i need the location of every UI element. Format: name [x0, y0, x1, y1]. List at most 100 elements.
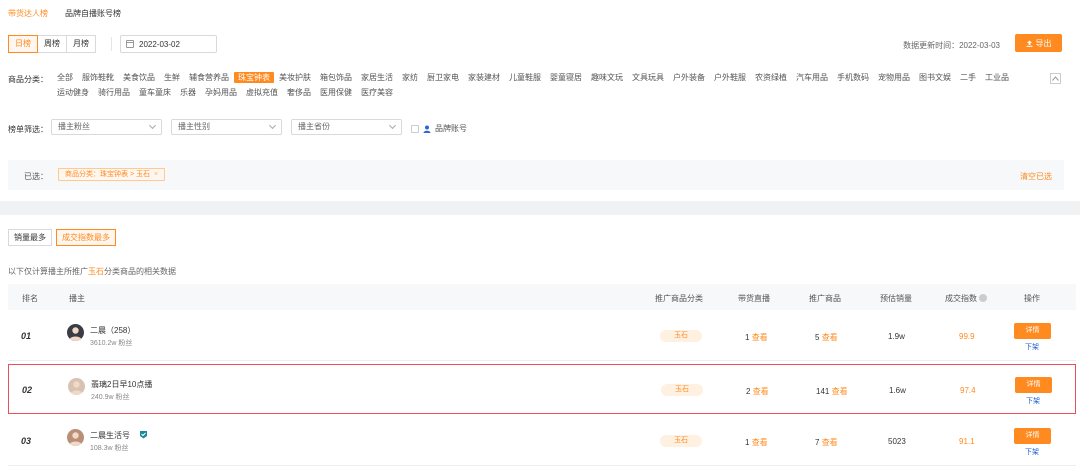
category-item[interactable]: 厨卫家电	[423, 72, 463, 83]
table-header: 排名 播主 推广商品分类 带货直播 推广商品 预估销量 成交指数 操作	[8, 284, 1076, 310]
column-actions: 操作	[1024, 294, 1040, 303]
category-item[interactable]: 孕妈用品	[201, 87, 241, 98]
category-item[interactable]: 虚拟充值	[242, 87, 282, 98]
unlist-link[interactable]: 下架	[1025, 342, 1039, 352]
live-count: 1	[745, 438, 750, 447]
sort-tabs: 销量最多 成交指数最多	[8, 229, 116, 246]
category-item[interactable]: 汽车用品	[792, 72, 832, 83]
category-item[interactable]: 趣味文玩	[587, 72, 627, 83]
category-item[interactable]: 婴童寝居	[546, 72, 586, 83]
category-item[interactable]: 服饰鞋靴	[78, 72, 118, 83]
detail-button[interactable]: 详情	[1014, 428, 1051, 444]
anchor-name[interactable]: 二晨（258）	[90, 325, 135, 336]
period-month-button[interactable]: 月榜	[67, 35, 96, 53]
deal-index: 91.1	[959, 437, 975, 446]
category-item[interactable]: 户外装备	[669, 72, 709, 83]
date-value: 2022-03-02	[139, 39, 180, 49]
category-badge: 玉石	[660, 435, 702, 447]
avatar[interactable]	[68, 378, 85, 395]
live-count-cell: 1 查看	[745, 437, 768, 448]
category-item[interactable]: 手机数码	[833, 72, 873, 83]
brand-account-icon	[423, 125, 431, 133]
sort-by-deal-index-tab[interactable]: 成交指数最多	[56, 229, 116, 246]
category-item[interactable]: 奢侈品	[283, 87, 315, 98]
unlist-link[interactable]: 下架	[1025, 447, 1039, 457]
period-week-button[interactable]: 周榜	[38, 35, 67, 53]
category-item[interactable]: 医疗美容	[357, 87, 397, 98]
avatar[interactable]	[67, 324, 84, 341]
tab-brand-self-broadcast[interactable]: 品牌自播账号榜	[65, 8, 121, 19]
column-sales: 预估销量	[880, 294, 912, 303]
view-products-link[interactable]: 查看	[822, 333, 838, 342]
category-item[interactable]: 儿童鞋服	[505, 72, 545, 83]
export-label: 导出	[1035, 38, 1052, 48]
export-button[interactable]: 导出	[1015, 34, 1062, 52]
category-item[interactable]: 农资绿植	[751, 72, 791, 83]
category-item[interactable]: 童车童床	[135, 87, 175, 98]
live-count-cell: 2 查看	[746, 386, 769, 397]
view-lives-link[interactable]: 查看	[753, 387, 769, 396]
category-item[interactable]: 生鲜	[160, 72, 184, 83]
rank-number: 02	[22, 385, 33, 395]
collapse-button[interactable]	[1050, 73, 1061, 84]
category-item[interactable]: 箱包饰品	[316, 72, 356, 83]
category-item[interactable]: 二手	[956, 72, 980, 83]
category-item[interactable]: 乐器	[176, 87, 200, 98]
column-rank: 排名	[22, 294, 38, 303]
category-badge: 玉石	[660, 330, 702, 342]
help-icon[interactable]	[979, 294, 987, 302]
update-date: 2022-03-03	[959, 41, 1000, 50]
chevron-down-icon	[388, 121, 397, 130]
table-row: 01 二晨（258） 3610.2w 粉丝 玉石 1 查看 5 查看 1.9w 99.9 详情下…	[8, 311, 1076, 361]
detail-button[interactable]: 详情	[1014, 323, 1051, 339]
category-item[interactable]: 全部	[53, 72, 77, 83]
tab-influencer-rank[interactable]: 带货达人榜	[8, 8, 48, 19]
live-count: 2	[746, 387, 751, 396]
anchor-name[interactable]: 翡璃2日早10点播	[91, 379, 152, 390]
category-item[interactable]: 家居生活	[357, 72, 397, 83]
category-item[interactable]: 美食饮品	[119, 72, 159, 83]
category-item[interactable]: 文具玩具	[628, 72, 668, 83]
category-item[interactable]: 运动健身	[53, 87, 93, 98]
detail-button[interactable]: 详情	[1015, 377, 1052, 393]
sort-by-sales-tab[interactable]: 销量最多	[8, 229, 52, 246]
product-count: 141	[816, 387, 830, 396]
close-icon[interactable]: ×	[154, 169, 158, 180]
unlist-link[interactable]: 下架	[1026, 396, 1040, 406]
avatar[interactable]	[67, 429, 84, 446]
brand-account-label: 品牌账号	[435, 124, 467, 133]
selected-filter-tag[interactable]: 商品分类：珠宝钟表 > 玉石 ×	[58, 168, 166, 181]
select-gender[interactable]: 播主性别	[171, 119, 282, 135]
select-province[interactable]: 播主省份	[291, 119, 402, 135]
select-province-value: 播主省份	[298, 122, 330, 131]
category-item[interactable]: 医用保健	[316, 87, 356, 98]
chevron-down-icon	[268, 121, 277, 130]
period-day-button[interactable]: 日榜	[8, 35, 38, 53]
view-products-link[interactable]: 查看	[822, 438, 838, 447]
category-item[interactable]: 美妆护肤	[275, 72, 315, 83]
category-item[interactable]: 家装建材	[464, 72, 504, 83]
live-count-cell: 1 查看	[745, 332, 768, 343]
category-item[interactable]: 宠物用品	[874, 72, 914, 83]
brand-account-filter: 品牌账号	[411, 123, 467, 134]
select-fans[interactable]: 播主粉丝	[51, 119, 162, 135]
date-picker[interactable]: 2022-03-02	[120, 35, 217, 53]
category-item[interactable]: 工业品	[981, 72, 1013, 83]
brand-account-checkbox[interactable]	[411, 124, 419, 133]
select-gender-value: 播主性别	[178, 122, 210, 131]
table-row: 02 翡璃2日早10点播 240.9w 粉丝 玉石 2 查看 141 查看 1.6w 97.4…	[8, 364, 1076, 414]
update-label: 数据更新时间：	[903, 41, 960, 50]
view-lives-link[interactable]: 查看	[752, 438, 768, 447]
view-lives-link[interactable]: 查看	[752, 333, 768, 342]
category-badge: 玉石	[661, 384, 703, 396]
view-products-link[interactable]: 查看	[832, 387, 848, 396]
category-item[interactable]: 户外鞋服	[710, 72, 750, 83]
category-item[interactable]: 辅食营养品	[185, 72, 233, 83]
column-category: 推广商品分类	[655, 294, 703, 303]
category-item[interactable]: 家纺	[398, 72, 422, 83]
anchor-name[interactable]: 二晨生活号	[90, 430, 130, 441]
category-item[interactable]: 珠宝钟表	[234, 72, 274, 83]
category-item[interactable]: 骑行用品	[94, 87, 134, 98]
category-item[interactable]: 图书文娱	[915, 72, 955, 83]
clear-all-link[interactable]: 清空已选	[1020, 171, 1052, 182]
